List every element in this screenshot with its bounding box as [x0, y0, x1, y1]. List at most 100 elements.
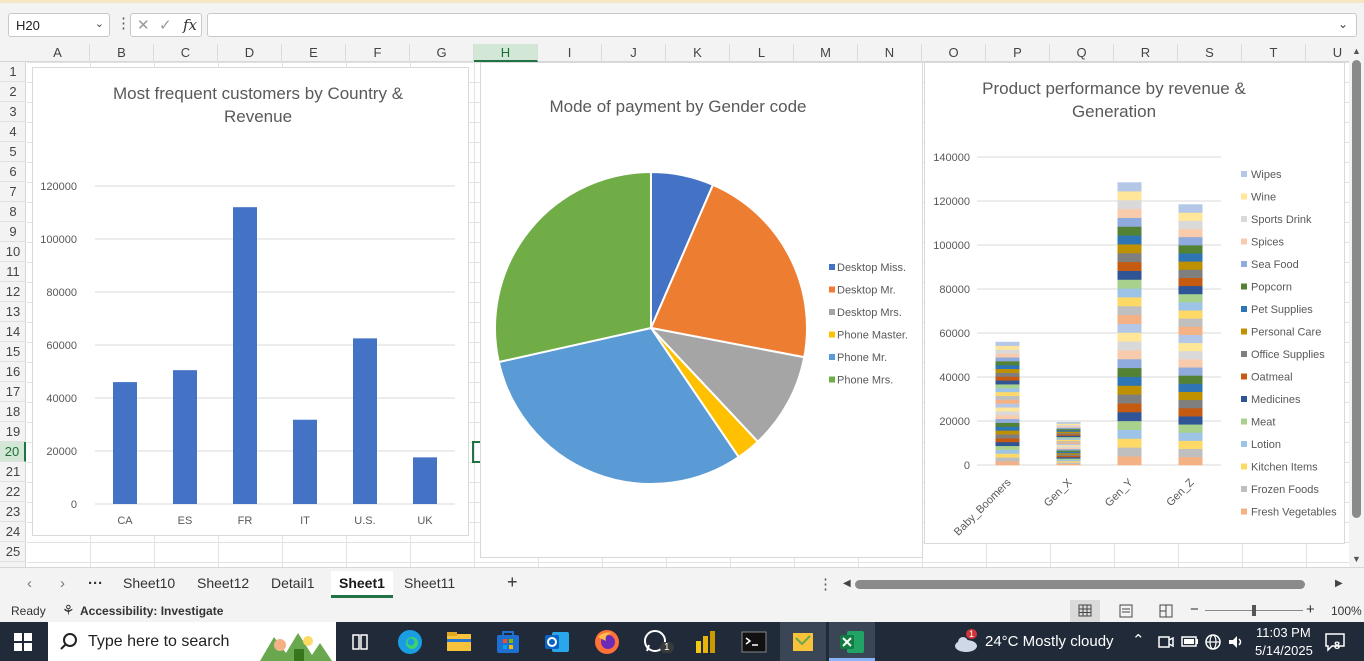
row-header-15[interactable]: 15	[0, 342, 26, 362]
volume-icon[interactable]	[1227, 633, 1245, 651]
chart-customers-by-country[interactable]: Most frequent customers by Country & Rev…	[32, 67, 469, 536]
column-header-s[interactable]: S	[1178, 44, 1242, 62]
chevron-up-icon[interactable]: ⌃	[1132, 631, 1145, 649]
column-header-j[interactable]: J	[602, 44, 666, 62]
row-header-14[interactable]: 14	[0, 322, 26, 342]
network-globe-icon[interactable]	[1204, 633, 1222, 651]
column-header-q[interactable]: Q	[1050, 44, 1114, 62]
sheet-tab[interactable]: Sheet11	[404, 575, 455, 597]
chart-payment-by-gender[interactable]: Mode of payment by Gender code Desktop M…	[480, 62, 923, 558]
expand-formula-icon[interactable]: ⌄	[1338, 17, 1348, 31]
row-header-20[interactable]: 20	[0, 442, 26, 462]
taskbar-search[interactable]: Type here to search	[48, 622, 336, 661]
page-break-icon[interactable]	[1158, 603, 1174, 619]
name-box[interactable]: H20 ⌄	[8, 13, 110, 37]
scroll-down-icon[interactable]: ▼	[1352, 554, 1361, 564]
add-sheet-icon[interactable]: +	[507, 572, 518, 593]
row-header-4[interactable]: 4	[0, 122, 26, 142]
file-explorer-icon[interactable]	[446, 629, 472, 655]
more-options-icon[interactable]: ⋮	[116, 14, 131, 32]
column-header-b[interactable]: B	[90, 44, 154, 62]
taskbar-active-app[interactable]	[780, 622, 826, 661]
windows-start-icon[interactable]	[14, 633, 32, 651]
row-header-17[interactable]: 17	[0, 382, 26, 402]
sheet-tab[interactable]: Detail1	[271, 575, 315, 597]
store-icon[interactable]	[495, 629, 521, 655]
row-header-1[interactable]: 1	[0, 62, 26, 82]
chevron-down-icon[interactable]: ⌄	[95, 17, 104, 30]
row-header-13[interactable]: 13	[0, 302, 26, 322]
row-header-5[interactable]: 5	[0, 142, 26, 162]
horizontal-scrollbar[interactable]: ◀ ▶	[843, 578, 1348, 592]
scroll-thumb[interactable]	[1352, 60, 1361, 518]
column-header-f[interactable]: F	[346, 44, 410, 62]
column-header-p[interactable]: P	[986, 44, 1050, 62]
row-header-12[interactable]: 12	[0, 282, 26, 302]
row-header-21[interactable]: 21	[0, 462, 26, 482]
terminal-icon[interactable]	[741, 629, 767, 655]
outlook-icon[interactable]	[544, 629, 570, 655]
normal-view-button[interactable]	[1070, 600, 1100, 622]
row-header-16[interactable]: 16	[0, 362, 26, 382]
power-bi-icon[interactable]	[692, 629, 718, 655]
row-header-8[interactable]: 8	[0, 202, 26, 222]
zoom-slider-thumb[interactable]	[1252, 605, 1256, 616]
edge-browser-icon[interactable]	[397, 629, 423, 655]
scroll-right-icon[interactable]: ▶	[1335, 578, 1343, 589]
prev-sheet-icon[interactable]: ‹	[27, 575, 32, 592]
column-header-n[interactable]: N	[858, 44, 922, 62]
column-header-g[interactable]: G	[410, 44, 474, 62]
row-header-18[interactable]: 18	[0, 402, 26, 422]
zoom-level[interactable]: 100%	[1331, 604, 1362, 618]
column-header-k[interactable]: K	[666, 44, 730, 62]
column-header-a[interactable]: A	[26, 44, 90, 62]
row-header-2[interactable]: 2	[0, 82, 26, 102]
column-header-h[interactable]: H	[474, 44, 538, 62]
firefox-icon[interactable]	[594, 629, 620, 655]
excel-taskbar-button[interactable]	[829, 622, 875, 661]
insert-function-icon[interactable]: fx	[183, 16, 197, 34]
column-header-m[interactable]: M	[794, 44, 858, 62]
row-header-25[interactable]: 25	[0, 542, 26, 562]
battery-icon[interactable]	[1181, 635, 1199, 649]
meet-now-icon[interactable]	[1157, 633, 1175, 651]
row-header-10[interactable]: 10	[0, 242, 26, 262]
weather-text[interactable]: 24°C Mostly cloudy	[985, 633, 1114, 650]
task-view-icon[interactable]	[347, 629, 373, 655]
sheet-tab-active[interactable]: Sheet1	[331, 571, 393, 598]
sheet-tab[interactable]: Sheet12	[197, 575, 249, 597]
column-header-t[interactable]: T	[1242, 44, 1306, 62]
accessibility-status[interactable]: Accessibility: Investigate	[80, 604, 223, 618]
tab-options-icon[interactable]: ⋮	[818, 575, 833, 593]
more-sheets-icon[interactable]: ···	[88, 575, 103, 592]
page-layout-icon[interactable]	[1118, 603, 1134, 619]
column-header-c[interactable]: C	[154, 44, 218, 62]
zoom-out-icon[interactable]: −	[1190, 601, 1199, 618]
formula-input[interactable]: ⌄	[207, 13, 1357, 37]
row-header-3[interactable]: 3	[0, 102, 26, 122]
column-header-i[interactable]: I	[538, 44, 602, 62]
row-header-6[interactable]: 6	[0, 162, 26, 182]
zoom-in-icon[interactable]: +	[1306, 601, 1315, 618]
scroll-up-icon[interactable]: ▲	[1352, 46, 1361, 56]
chart-product-performance[interactable]: Product performance by revenue & Generat…	[924, 62, 1345, 544]
row-header-22[interactable]: 22	[0, 482, 26, 502]
row-header-11[interactable]: 11	[0, 262, 26, 282]
sheet-tab[interactable]: Sheet10	[123, 575, 175, 597]
row-header-9[interactable]: 9	[0, 222, 26, 242]
row-header-24[interactable]: 24	[0, 522, 26, 542]
cancel-icon[interactable]: ✕	[137, 16, 150, 34]
column-header-e[interactable]: E	[282, 44, 346, 62]
clock-date[interactable]: 5/14/2025	[1255, 643, 1313, 658]
column-header-l[interactable]: L	[730, 44, 794, 62]
column-header-r[interactable]: R	[1114, 44, 1178, 62]
row-header-19[interactable]: 19	[0, 422, 26, 442]
column-header-o[interactable]: O	[922, 44, 986, 62]
scroll-left-icon[interactable]: ◀	[843, 578, 851, 589]
row-header-7[interactable]: 7	[0, 182, 26, 202]
vertical-scrollbar[interactable]: ▲ ▼	[1349, 44, 1364, 567]
enter-icon[interactable]: ✓	[159, 16, 172, 34]
next-sheet-icon[interactable]: ›	[60, 575, 65, 592]
column-header-d[interactable]: D	[218, 44, 282, 62]
hscroll-thumb[interactable]	[855, 580, 1305, 589]
